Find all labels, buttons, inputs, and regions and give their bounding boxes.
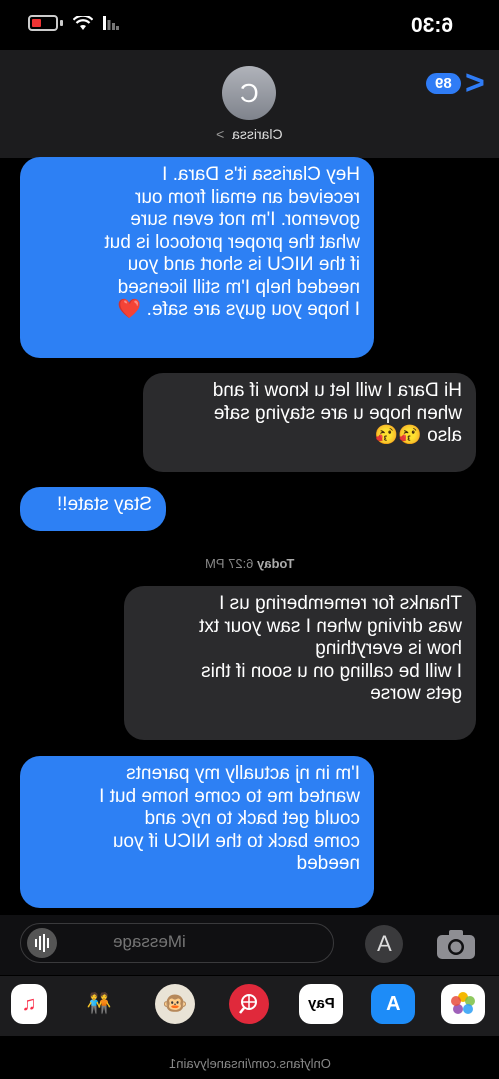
avatar-initial: C <box>239 78 259 108</box>
unread-count: 89 <box>435 74 453 92</box>
audio-message-icon[interactable] <box>27 928 57 958</box>
status-time: 6:30 <box>410 14 453 37</box>
app-drawer-button[interactable]: A <box>365 925 403 963</box>
conversation-header: C Clarissa > 89 < <box>0 50 499 158</box>
apple-pay-label: Pay <box>307 995 335 1012</box>
memoji-app-button[interactable]: 🧑‍🤝‍🧑 <box>77 984 121 1024</box>
contact-chevron-icon: > <box>216 126 225 142</box>
timestamp: Today 6:27 PM <box>0 556 499 571</box>
message-text: Hey Clarissa it's Dara. I received an em… <box>104 164 360 320</box>
watermark-text: Onlyfans.com/insanelyvain1 <box>168 1056 331 1071</box>
message-text: I'm in nj actually my parents wanted me … <box>99 763 360 874</box>
wifi-icon <box>73 15 93 30</box>
unread-count-badge: 89 <box>426 72 462 94</box>
camera-button[interactable] <box>433 927 479 961</box>
app-store-button[interactable]: A <box>371 984 415 1024</box>
search-app-button[interactable] <box>229 984 269 1024</box>
app-store-a-icon: A <box>376 931 392 956</box>
message-bubble-sent[interactable]: I'm in nj actually my parents wanted me … <box>20 756 374 908</box>
status-icons <box>28 15 119 31</box>
signal-icon <box>103 16 119 30</box>
message-bubble-received[interactable]: Thanks for remembering us I was driving … <box>124 586 476 740</box>
animoji-app-button[interactable]: 🐵 <box>155 984 195 1024</box>
app-store-icon: A <box>385 993 401 1015</box>
message-bubble-sent[interactable]: Stay state!! <box>20 487 166 531</box>
message-text: Thanks for remembering us I was driving … <box>199 593 462 704</box>
photos-icon <box>451 992 475 1014</box>
chevron-left-icon: < <box>465 64 485 102</box>
monkey-icon: 🐵 <box>162 993 188 1015</box>
message-text: Stay state!! <box>56 494 152 515</box>
timestamp-day: Today <box>256 556 295 571</box>
apple-pay-button[interactable]: Pay <box>299 984 343 1024</box>
search-globe-icon <box>239 994 257 1014</box>
message-text: Hi Dara I will let u know if and when ho… <box>212 380 462 446</box>
apple-pay-icon: Pay <box>308 984 335 1024</box>
timestamp-time: 6:27 PM <box>204 556 254 571</box>
message-bubble-received[interactable]: Hi Dara I will let u know if and when ho… <box>143 373 476 472</box>
battery-icon <box>28 15 58 31</box>
imessage-app-strip: A Pay 🐵 🧑‍🤝‍🧑 ♫ <box>0 976 499 1036</box>
photos-app-button[interactable] <box>441 984 485 1024</box>
camera-icon <box>437 930 475 959</box>
status-bar: 6:30 <box>0 0 499 50</box>
message-bubble-sent[interactable]: Hey Clarissa it's Dara. I received an em… <box>20 157 374 358</box>
contact-avatar[interactable]: C <box>222 66 276 120</box>
back-button[interactable]: 89 < <box>426 64 485 102</box>
message-field[interactable] <box>20 923 334 963</box>
contact-name-row[interactable]: Clarissa > <box>0 126 499 142</box>
message-input[interactable] <box>111 931 315 953</box>
compose-bar: A <box>0 915 499 975</box>
memoji-icon: 🧑‍🤝‍🧑 <box>86 993 112 1015</box>
contact-name: Clarissa <box>232 126 283 142</box>
contact-label: Clarissa > <box>216 126 283 142</box>
watermark: Onlyfans.com/insanelyvain1 <box>0 1056 499 1071</box>
battery-nub <box>60 20 63 26</box>
music-icon: ♫ <box>21 993 37 1015</box>
music-app-button[interactable]: ♫ <box>11 984 47 1024</box>
